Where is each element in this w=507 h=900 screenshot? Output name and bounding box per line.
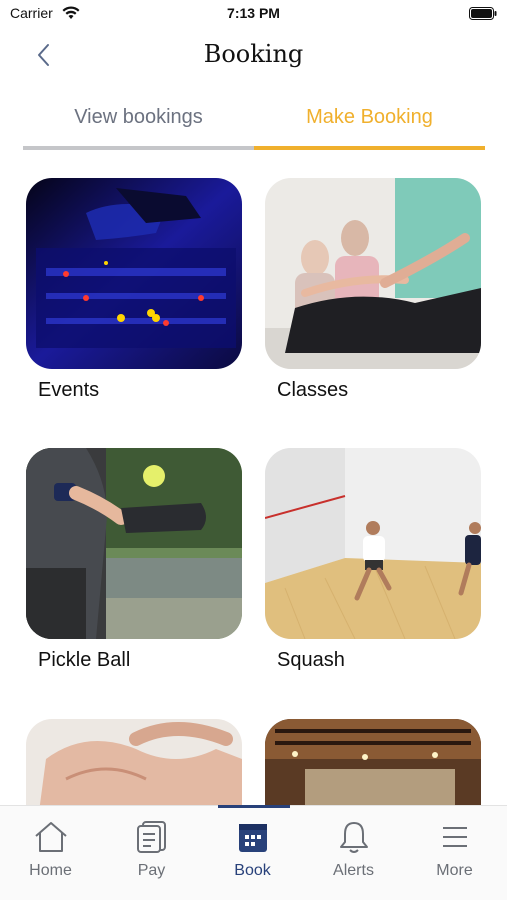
page-title: Booking [203,40,304,68]
card-events[interactable]: Events [26,178,242,401]
card-label: Events [38,379,100,401]
tabbar-alerts[interactable]: Alerts [303,806,404,900]
tabbar-label: Pay [137,862,166,879]
tab-underline-inactive [23,146,254,150]
battery-icon [469,7,497,20]
tabbar-label: Alerts [333,862,374,879]
massage-image [26,719,242,808]
tab-view-bookings[interactable]: View bookings [23,98,254,146]
tabbar-pay[interactable]: Pay [101,806,202,900]
category-grid: Events Classes Pickle Ball Squash [26,178,481,808]
card-pickle-ball[interactable]: Pickle Ball [26,448,242,671]
card-massage[interactable] [26,719,242,808]
tab-make-booking[interactable]: Make Booking [254,98,485,146]
squash-image [265,448,481,639]
card-label: Classes [277,379,349,401]
classes-image [265,178,481,369]
tabbar-label: More [436,862,473,879]
booking-tabs: View bookings Make Booking [23,98,485,150]
card-squash[interactable]: Squash [265,448,481,671]
facility-image [265,719,481,808]
calendar-icon [239,824,267,852]
status-time: 7:13 PM [227,5,280,21]
pickle-ball-image [26,448,242,639]
pay-icon [137,821,166,853]
menu-icon [443,827,467,847]
card-label: Pickle Ball [38,649,131,671]
home-icon [35,822,67,852]
bell-icon [340,822,368,853]
card-classes[interactable]: Classes [265,178,481,401]
tabbar-home[interactable]: Home [0,806,101,900]
tabbar-label: Book [234,862,271,879]
tab-underline-active [254,146,485,150]
tabbar-book[interactable]: Book [202,806,303,900]
tabbar-more[interactable]: More [404,806,505,900]
card-label: Squash [277,649,345,671]
card-facility[interactable] [265,719,481,808]
tabbar-label: Home [29,862,72,879]
events-image [26,178,242,369]
status-bar: Carrier 7:13 PM [0,0,507,28]
nav-header: Booking [0,28,507,88]
bottom-tab-bar: Home Pay Book Alerts More [0,805,507,900]
